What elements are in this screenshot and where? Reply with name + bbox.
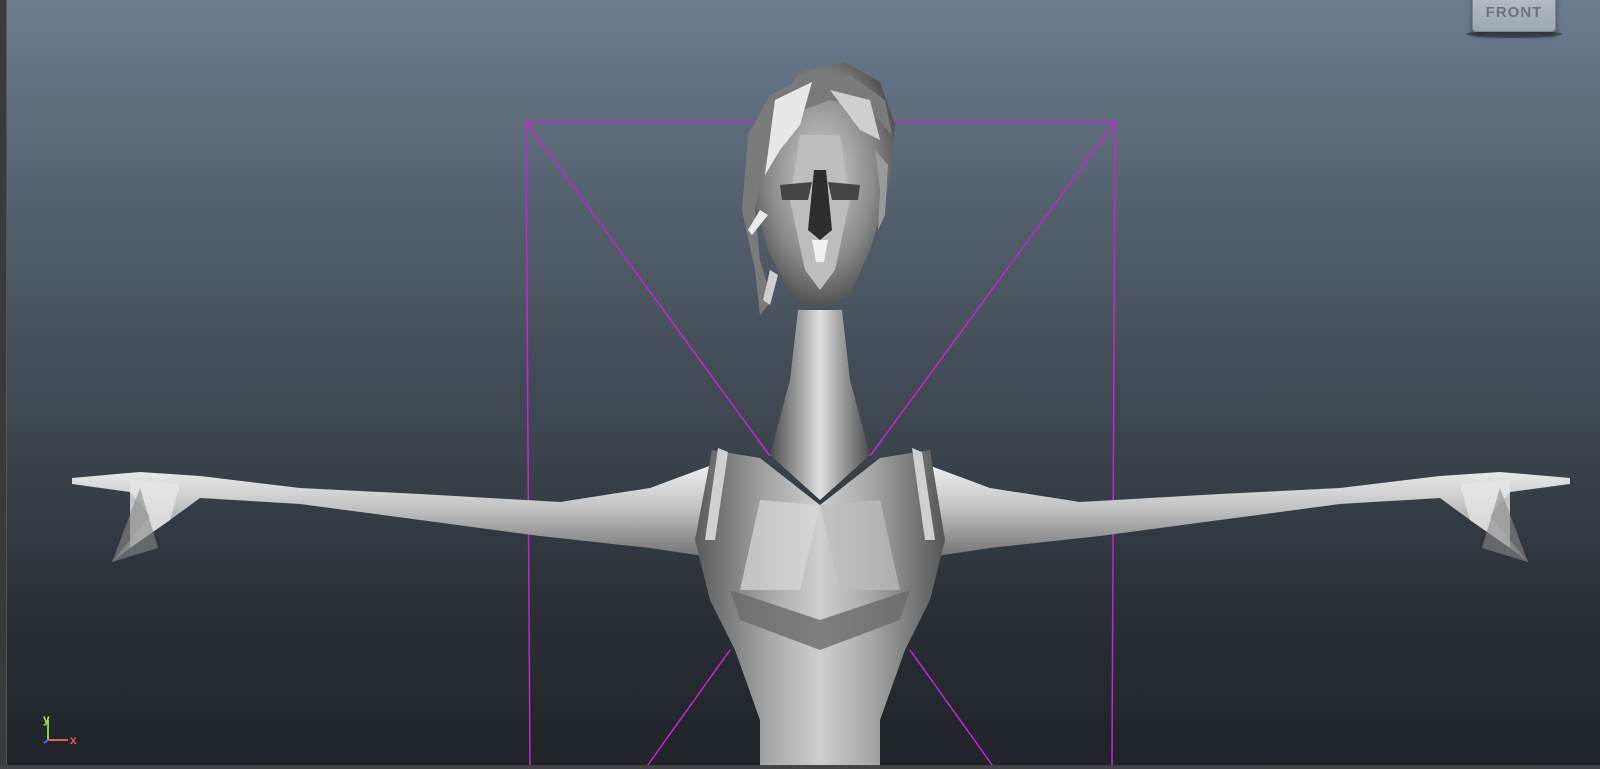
axis-x-label: x bbox=[70, 733, 77, 747]
axis-y-label: y bbox=[43, 712, 50, 726]
character-mesh[interactable] bbox=[72, 62, 1570, 769]
axis-gizmo-icon: y x bbox=[36, 708, 86, 748]
scene-canvas[interactable] bbox=[0, 0, 1600, 769]
3d-viewport[interactable]: FRONT y x bbox=[0, 0, 1600, 769]
viewcube-icon[interactable]: FRONT bbox=[1466, 0, 1562, 40]
viewport-bottom-border bbox=[0, 765, 1600, 769]
viewcube-label: FRONT bbox=[1485, 4, 1543, 21]
viewcube-front-face[interactable]: FRONT bbox=[1472, 0, 1556, 32]
